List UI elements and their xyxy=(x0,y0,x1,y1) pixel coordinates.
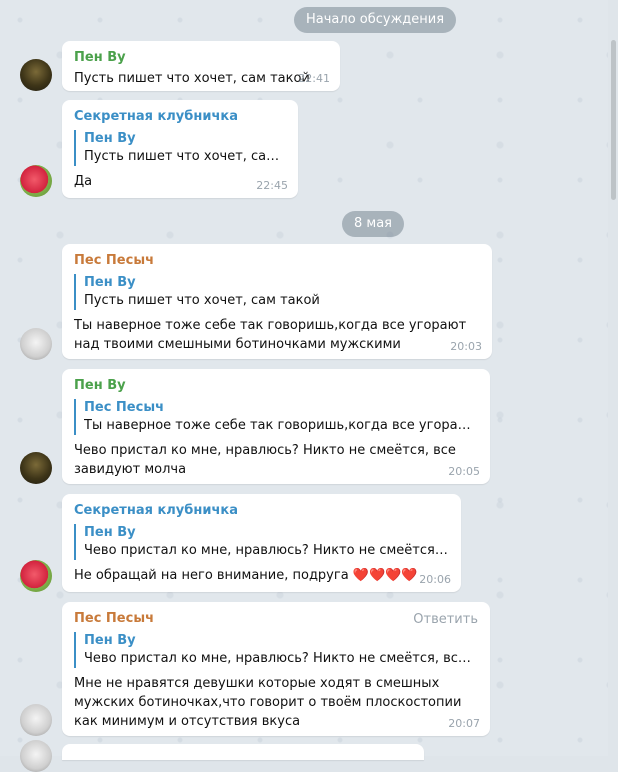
message-author[interactable]: Пен Ву xyxy=(74,377,478,395)
message-text-row: Не обращай на него внимание, подруга ❤️❤… xyxy=(74,566,449,585)
message-text: Мне не нравятся девушки которые ходят в … xyxy=(74,676,462,729)
reply-text: Чево пристал ко мне, нравлюсь? Никто не … xyxy=(84,543,449,558)
message-text: Ты наверное тоже себе так говоришь,когда… xyxy=(74,318,467,352)
reply-quote[interactable]: Пен Ву Чево пристал ко мне, нравлюсь? Ни… xyxy=(74,524,449,560)
message-bubble[interactable]: Пес Песыч Ответить Пен Ву Чево пристал к… xyxy=(62,602,490,736)
message-bubble[interactable]: Пен Ву Пес Песыч Ты наверное тоже себе т… xyxy=(62,369,490,484)
reply-quote[interactable]: Пес Песыч Ты наверное тоже себе так гово… xyxy=(74,399,478,435)
message-author[interactable]: Пен Ву xyxy=(74,49,328,67)
reply-text: Пусть пишет что хочет, сам та... xyxy=(84,149,286,164)
message-bubble[interactable]: Секретная клубничка Пен Ву Чево пристал … xyxy=(62,494,461,592)
reply-quote[interactable]: Пен Ву Пусть пишет что хочет, сам та... xyxy=(74,130,286,166)
reply-text: Ты наверное тоже себе так говоришь,когда… xyxy=(84,418,478,433)
avatar[interactable] xyxy=(20,740,52,772)
reply-text: Пусть пишет что хочет, сам такой xyxy=(84,293,320,308)
date-separator: 8 мая xyxy=(342,211,404,237)
message-bubble-partial[interactable] xyxy=(62,744,424,760)
message-bubble[interactable]: Пес Песыч Пен Ву Пусть пишет что хочет, … xyxy=(62,244,492,359)
reply-quote[interactable]: Пен Ву Чево пристал ко мне, нравлюсь? Ни… xyxy=(74,632,478,668)
message-time: 20:05 xyxy=(448,465,480,478)
hearts-emoji: ❤️❤️❤️❤️ xyxy=(352,568,418,583)
message-text: Не обращай на него внимание, подруга xyxy=(74,568,349,583)
message-time: 22:45 xyxy=(256,179,288,192)
avatar[interactable] xyxy=(20,452,52,484)
message-author[interactable]: Секретная клубничка xyxy=(74,108,286,126)
message-time: 20:06 xyxy=(419,573,451,586)
reply-author: Пен Ву xyxy=(84,633,136,648)
reply-button[interactable]: Ответить xyxy=(413,612,478,627)
message-text: Чево пристал ко мне, нравлюсь? Никто не … xyxy=(74,443,456,477)
reply-author: Пен Ву xyxy=(84,131,136,146)
avatar[interactable] xyxy=(20,328,52,360)
message-author[interactable]: Пес Песыч xyxy=(74,252,480,270)
message-text: Пусть пишет что хочет, сам такой xyxy=(74,71,310,86)
reply-text: Чево пристал ко мне, нравлюсь? Никто не … xyxy=(84,651,478,666)
avatar[interactable] xyxy=(20,704,52,736)
message-text: Да xyxy=(74,174,93,189)
message-author[interactable]: Секретная клубничка xyxy=(74,502,449,520)
reply-author: Пен Ву xyxy=(84,525,136,540)
message-bubble[interactable]: Секретная клубничка Пен Ву Пусть пишет ч… xyxy=(62,100,298,198)
message-time: 20:03 xyxy=(450,340,482,353)
reply-author: Пес Песыч xyxy=(84,400,165,415)
reply-quote[interactable]: Пен Ву Пусть пишет что хочет, сам такой xyxy=(74,274,480,310)
avatar[interactable] xyxy=(20,59,52,91)
message-bubble[interactable]: Пен Ву Пусть пишет что хочет, сам такой … xyxy=(62,41,340,91)
scrollbar-thumb[interactable] xyxy=(611,40,616,200)
message-time: 20:07 xyxy=(448,717,480,730)
message-time: 22:41 xyxy=(298,72,330,85)
discussion-start-label: Начало обсуждения xyxy=(294,7,457,33)
avatar[interactable] xyxy=(20,165,52,197)
reply-author: Пен Ву xyxy=(84,275,136,290)
avatar[interactable] xyxy=(20,560,52,592)
scrollbar[interactable] xyxy=(608,0,618,756)
